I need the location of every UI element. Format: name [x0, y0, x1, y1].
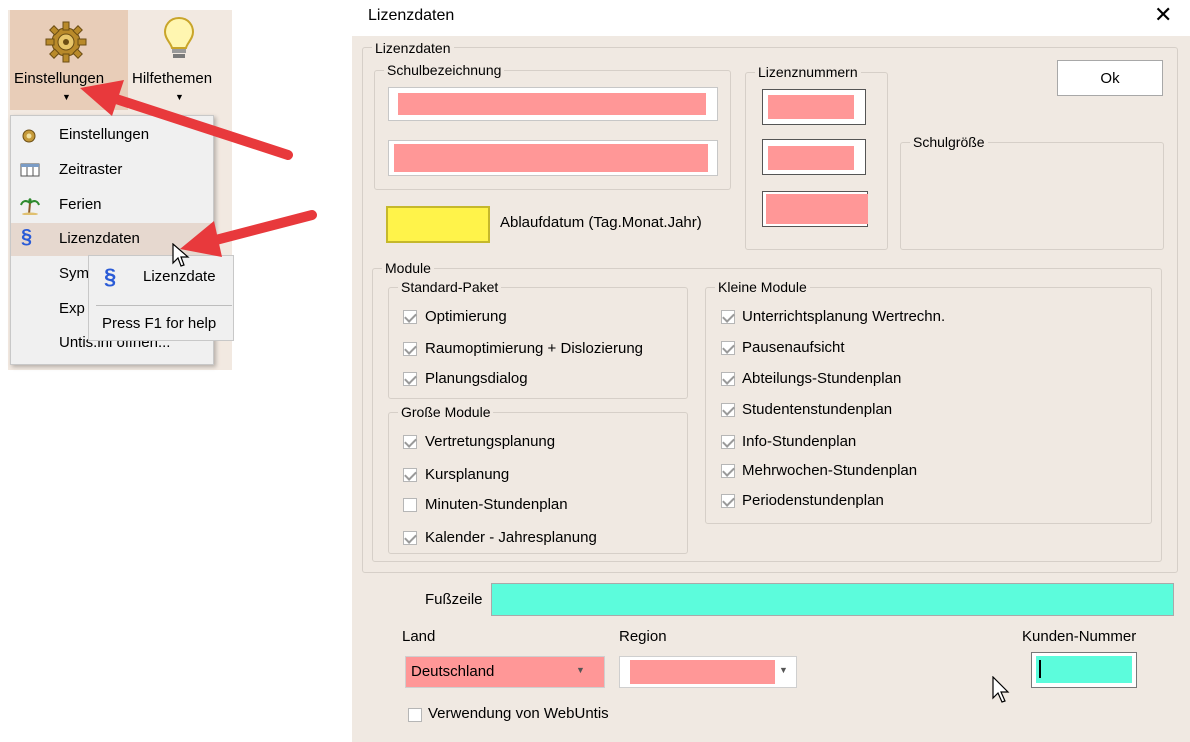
kunden-nummer-input[interactable]: [1031, 652, 1137, 688]
text-cursor: [1039, 660, 1041, 678]
checkbox-abteilungs-stundenplan[interactable]: [721, 372, 735, 386]
ok-button[interactable]: Ok: [1057, 60, 1163, 96]
menu-item-label: Sym: [59, 265, 89, 282]
red-arrow-icon: [80, 80, 295, 169]
checkbox-label: Periodenstundenplan: [742, 492, 884, 509]
redacted-field: [766, 194, 868, 224]
group-lizenzdaten-label: Lizenzdaten: [372, 40, 454, 56]
fusszeile-input[interactable]: [491, 583, 1174, 616]
mouse-cursor-icon: [992, 675, 1012, 708]
red-arrow-icon: [180, 205, 320, 269]
gear-icon: [44, 20, 88, 64]
checkbox-unterrichtsplanung[interactable]: [721, 310, 735, 324]
checkbox-kalender[interactable]: [403, 531, 417, 545]
land-select[interactable]: Deutschland ▼: [405, 656, 605, 688]
chevron-down-icon: ▼: [779, 665, 788, 675]
land-select-value: Deutschland: [411, 663, 495, 680]
group-schulgroesse: [900, 142, 1164, 250]
checkbox-label: Raumoptimierung + Dislozierung: [425, 340, 644, 357]
redacted-field: [398, 93, 706, 115]
checkbox-label: Studentenstundenplan: [742, 401, 893, 418]
checkbox-kursplanung[interactable]: [403, 468, 417, 482]
ablaufdatum-input[interactable]: [386, 206, 490, 243]
menu-item-label: Ferien: [59, 196, 102, 213]
group-lizenznummern-label: Lizenznummern: [755, 64, 861, 80]
checkbox-webuntis[interactable]: [408, 708, 422, 722]
fusszeile-label: Fußzeile: [425, 591, 483, 608]
group-schulbezeichnung-label: Schulbezeichnung: [384, 62, 505, 78]
tooltip-help-text: Press F1 for help: [102, 315, 217, 332]
checkbox-studentenstundenplan[interactable]: [721, 403, 735, 417]
kunden-nummer-label: Kunden-Nummer: [1022, 628, 1137, 645]
region-label: Region: [619, 628, 667, 645]
checkbox-label: Info-Stundenplan: [742, 433, 857, 450]
kunden-nummer-fill: [1036, 656, 1132, 683]
dialog-titlebar: [352, 0, 1190, 36]
land-label: Land: [402, 628, 436, 645]
checkbox-pausenaufsicht[interactable]: [721, 341, 735, 355]
lightbulb-icon: [162, 16, 196, 62]
group-standard-label: Standard-Paket: [398, 279, 502, 295]
checkbox-label: Optimierung: [425, 308, 507, 325]
group-module-label: Module: [382, 260, 434, 276]
menu-item-label: Exp: [59, 300, 85, 317]
checkbox-vertretungsplanung[interactable]: [403, 435, 417, 449]
group-grosse-label: Große Module: [398, 404, 494, 420]
redacted-field: [630, 660, 775, 684]
checkbox-label: Mehrwochen-Stundenplan: [742, 462, 918, 479]
checkbox-planungsdialog[interactable]: [403, 372, 417, 386]
checkbox-minuten-stundenplan[interactable]: [403, 498, 417, 512]
chevron-down-icon: ▼: [576, 665, 585, 675]
redacted-field: [768, 95, 854, 119]
checkbox-label: Pausenaufsicht: [742, 339, 845, 356]
chevron-down-icon[interactable]: ▼: [62, 92, 71, 102]
dialog-title: Lizenzdaten: [368, 7, 455, 24]
ablaufdatum-label: Ablaufdatum (Tag.Monat.Jahr): [500, 214, 702, 231]
checkbox-info-stundenplan[interactable]: [721, 435, 735, 449]
checkbox-raumoptimierung[interactable]: [403, 342, 417, 356]
group-kleine-label: Kleine Module: [715, 279, 810, 295]
checkbox-label: Abteilungs-Stundenplan: [742, 370, 902, 387]
grid-table-icon: [20, 162, 40, 180]
palm-tree-icon: [20, 197, 40, 216]
checkbox-label: Minuten-Stundenplan: [425, 496, 568, 513]
checkbox-label: Kalender - Jahresplanung: [425, 529, 597, 546]
redacted-field: [394, 144, 708, 172]
webuntis-label: Verwendung von WebUntis: [428, 705, 609, 722]
gear-icon: [20, 127, 38, 145]
checkbox-mehrwochen-stundenplan[interactable]: [721, 464, 735, 478]
region-select[interactable]: ▼: [619, 656, 797, 688]
menu-item-label: Lizenzdaten: [59, 230, 140, 247]
checkbox-label: Planungsdialog: [425, 370, 528, 387]
tooltip-divider: [96, 305, 232, 306]
license-s-icon: §: [21, 226, 33, 248]
checkbox-optimierung[interactable]: [403, 310, 417, 324]
redacted-field: [768, 146, 854, 170]
close-icon[interactable]: ✕: [1154, 2, 1172, 28]
checkbox-periodenstundenplan[interactable]: [721, 494, 735, 508]
group-schulgroesse-label: Schulgröße: [910, 134, 988, 150]
checkbox-label: Kursplanung: [425, 466, 510, 483]
checkbox-label: Unterrichtsplanung Wertrechn.: [742, 308, 946, 325]
license-s-icon: §: [104, 264, 117, 289]
checkbox-label: Vertretungsplanung: [425, 433, 556, 450]
